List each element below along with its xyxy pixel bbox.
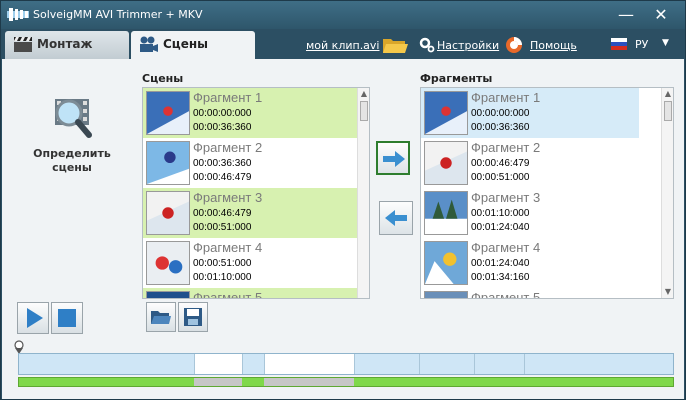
list-item[interactable]: Фрагмент 1 00:00:00:000 00:00:36:360 [421, 88, 639, 138]
save-scenes-button[interactable] [178, 302, 208, 332]
tab-scenes[interactable]: Сцены [131, 31, 255, 59]
scenes-panel: Определить сцены Сцены Фрагменты Фрагмен… [2, 59, 684, 399]
title-bar: SolveigMM AVI Trimmer + MKV — ✕ [1, 1, 685, 29]
arrow-right-icon [383, 151, 405, 167]
open-scenes-button[interactable] [146, 302, 176, 332]
app-logo-icon [7, 8, 29, 21]
scroll-up-icon[interactable]: ▲ [359, 89, 369, 99]
remove-from-fragments-button[interactable] [379, 201, 413, 235]
list-item[interactable]: Фрагмент 5 [143, 288, 359, 298]
playhead-marker-icon[interactable] [12, 340, 26, 354]
minimize-button[interactable]: — [614, 5, 638, 25]
scene-thumbnail [146, 241, 190, 285]
app-window: SolveigMM AVI Trimmer + MKV — ✕ Монтаж С… [0, 0, 686, 400]
scenes-list-label: Сцены [142, 72, 184, 85]
video-camera-icon [140, 36, 158, 52]
stop-button[interactable] [51, 302, 83, 334]
list-item[interactable]: Фрагмент 2 00:00:36:360 00:00:46:479 [143, 138, 359, 188]
fragment-thumbnail [424, 91, 468, 135]
fragments-scrollbar[interactable]: ▲ ▼ [661, 88, 673, 298]
list-item[interactable]: Фрагмент 3 00:00:46:479 00:00:51:000 [143, 188, 359, 238]
arrow-left-icon [385, 210, 407, 226]
stop-icon [58, 309, 76, 327]
magnifier-film-icon [55, 99, 92, 138]
scrollbar-thumb[interactable] [360, 101, 368, 121]
fragments-list[interactable]: Фрагмент 1 00:00:00:000 00:00:36:360 Фра… [420, 87, 674, 299]
tab-montage-label: Монтаж [37, 37, 93, 51]
save-disk-icon [184, 308, 202, 326]
open-folder-icon [151, 311, 171, 324]
help-lifebuoy-icon [506, 37, 522, 53]
film-clapper-icon [14, 37, 32, 52]
scroll-up-icon[interactable]: ▲ [663, 89, 673, 99]
scenes-scrollbar[interactable]: ▲ [357, 88, 369, 298]
close-button[interactable]: ✕ [649, 5, 673, 25]
scrollbar-thumb[interactable] [664, 101, 672, 121]
fragment-thumbnail [424, 291, 468, 298]
language-label[interactable]: РУ [635, 38, 648, 51]
play-icon [27, 308, 43, 328]
settings-gear-icon [419, 37, 435, 53]
scene-thumbnail [146, 191, 190, 235]
tab-scenes-label: Сцены [163, 37, 208, 51]
language-dropdown-icon[interactable]: ▼ [662, 38, 669, 48]
timeline-track[interactable] [18, 353, 674, 375]
fragment-thumbnail [424, 241, 468, 285]
timeline-gap [194, 354, 242, 374]
fragment-thumbnail [424, 141, 468, 185]
list-item[interactable]: Фрагмент 1 00:00:00:000 00:00:36:360 [143, 88, 359, 138]
scene-thumbnail [146, 291, 190, 298]
list-item[interactable]: Фрагмент 5 [421, 288, 639, 298]
settings-link[interactable]: Настройки [437, 39, 499, 52]
timeline-gap [264, 354, 354, 374]
selection-bar [18, 377, 674, 387]
list-item[interactable]: Фрагмент 4 00:01:24:040 00:01:34:160 [421, 238, 639, 288]
help-link[interactable]: Помощь [530, 39, 577, 52]
play-button[interactable] [17, 302, 49, 334]
open-folder-icon[interactable] [381, 35, 409, 55]
detect-scenes-button[interactable]: Определить сцены [22, 95, 122, 175]
detect-scenes-label: Определить сцены [33, 147, 111, 174]
add-to-fragments-button[interactable] [376, 141, 410, 175]
tab-montage[interactable]: Монтаж [5, 31, 129, 59]
fragments-list-label: Фрагменты [420, 72, 493, 85]
scroll-down-icon[interactable]: ▼ [663, 287, 673, 297]
scenes-list[interactable]: Фрагмент 1 00:00:00:000 00:00:36:360 Фра… [142, 87, 370, 299]
window-title: SolveigMM AVI Trimmer + MKV [33, 8, 203, 21]
list-item[interactable]: Фрагмент 4 00:00:51:000 00:01:10:000 [143, 238, 359, 288]
clip-file-link[interactable]: мой клип.avi [306, 39, 380, 52]
russian-flag-icon [611, 38, 627, 50]
scene-thumbnail [146, 141, 190, 185]
fragment-thumbnail [424, 191, 468, 235]
scene-thumbnail [146, 91, 190, 135]
list-item[interactable]: Фрагмент 2 00:00:46:479 00:00:51:000 [421, 138, 639, 188]
list-item[interactable]: Фрагмент 3 00:01:10:000 00:01:24:040 [421, 188, 639, 238]
